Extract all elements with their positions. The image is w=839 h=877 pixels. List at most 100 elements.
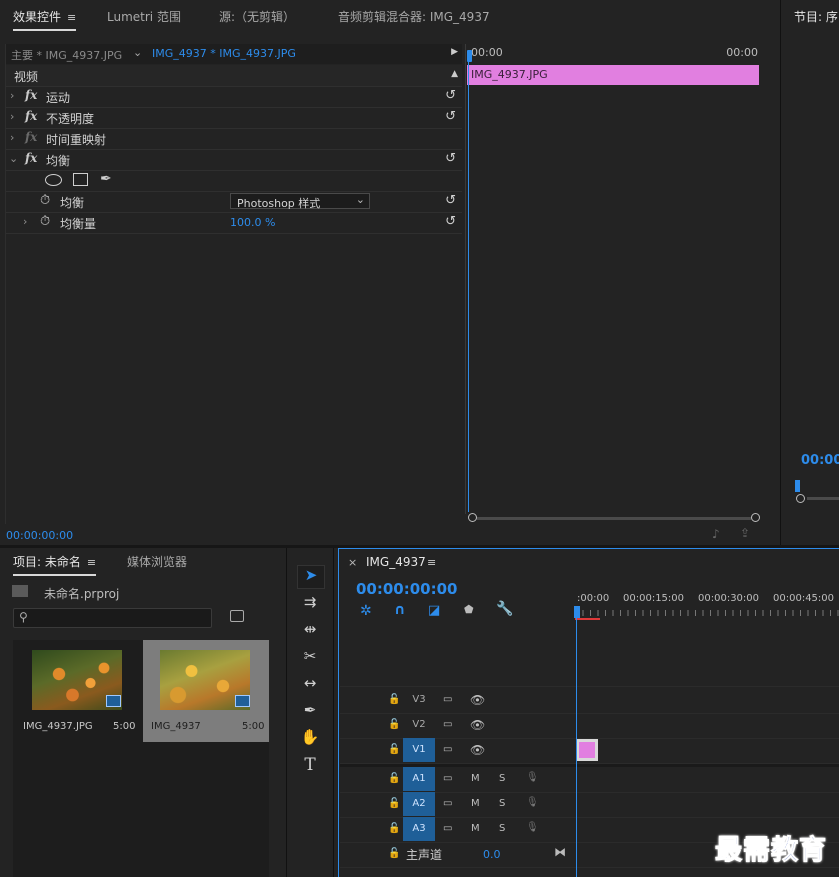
program-timecode[interactable]: 00:00:: [801, 453, 839, 468]
lock-icon[interactable]: 🔓: [388, 798, 400, 809]
sync-lock-icon[interactable]: ▭: [443, 719, 452, 730]
panel-menu-icon[interactable]: ≡: [67, 11, 76, 24]
scroll-handle-left[interactable]: [468, 513, 477, 522]
close-icon[interactable]: ×: [348, 556, 357, 569]
program-scroll-handle[interactable]: [796, 494, 805, 503]
track-label[interactable]: A1: [403, 767, 435, 791]
stopwatch-icon[interactable]: ⏱: [40, 193, 50, 208]
timeline-playhead-head[interactable]: [574, 606, 580, 618]
lock-icon[interactable]: 🔓: [388, 744, 400, 755]
sync-lock-icon[interactable]: ▭: [443, 744, 452, 755]
mini-zoom-scrollbar[interactable]: [468, 513, 760, 523]
reset-icon[interactable]: ↺: [445, 109, 456, 124]
eye-icon[interactable]: 👁: [470, 718, 485, 732]
solo-button[interactable]: S: [499, 773, 505, 784]
chevron-down-icon[interactable]: ⌄: [133, 46, 142, 59]
search-input[interactable]: ⚲: [13, 608, 212, 628]
pen-tool-icon[interactable]: ✒: [297, 701, 323, 723]
slip-tool-icon[interactable]: ↔: [297, 674, 323, 696]
mute-button[interactable]: M: [471, 798, 480, 809]
microphone-icon[interactable]: 🎙: [526, 822, 539, 833]
effect-row-motion[interactable]: › fx 运动 ↺: [6, 86, 462, 108]
ripple-edit-tool-icon[interactable]: ⇹: [297, 620, 323, 642]
type-tool-icon[interactable]: T: [297, 755, 323, 777]
wrench-icon[interactable]: 🔧: [496, 601, 513, 617]
add-marker-icon[interactable]: ⬟: [464, 603, 474, 616]
lock-icon[interactable]: 🔓: [388, 719, 400, 730]
chevron-right-icon[interactable]: ›: [10, 89, 14, 102]
sequence-tab[interactable]: IMG_4937: [366, 555, 426, 569]
mute-button[interactable]: M: [471, 773, 480, 784]
chevron-down-icon[interactable]: ⌄: [9, 152, 18, 165]
amount-value[interactable]: 100.0 %: [230, 216, 275, 229]
tab-media-browser[interactable]: 媒体浏览器: [127, 553, 187, 570]
scroll-handle-right[interactable]: [751, 513, 760, 522]
tab-effect-controls[interactable]: 效果控件 ≡: [13, 8, 77, 31]
lock-icon[interactable]: 🔓: [388, 773, 400, 784]
timeline-ruler[interactable]: :00:00 00:00:15:00 00:00:30:00 00:00:45:…: [575, 590, 839, 620]
project-item-selected[interactable]: IMG_4937 5:00: [143, 640, 269, 742]
selection-tool-icon[interactable]: ➤: [297, 565, 325, 589]
eye-icon[interactable]: 👁: [470, 693, 485, 707]
tab-program[interactable]: 节目: 序: [794, 8, 838, 25]
chevron-right-icon[interactable]: ›: [10, 110, 14, 123]
tab-lumetri-scopes[interactable]: Lumetri 范围: [107, 8, 181, 25]
lock-icon[interactable]: 🔓: [388, 694, 400, 705]
reset-icon[interactable]: ↺: [445, 193, 456, 208]
fx-icon[interactable]: fx: [25, 151, 37, 165]
find-icon[interactable]: [230, 610, 244, 622]
track-label[interactable]: A3: [403, 817, 435, 841]
mute-button[interactable]: M: [471, 823, 480, 834]
project-item[interactable]: IMG_4937.JPG 5:00: [13, 640, 141, 742]
rectangle-mask-icon[interactable]: [73, 173, 88, 186]
sync-lock-icon[interactable]: ▭: [443, 694, 452, 705]
microphone-icon[interactable]: 🎙: [526, 772, 539, 783]
tab-source[interactable]: 源:（无剪辑）: [219, 8, 295, 25]
effect-row-equalize[interactable]: ⌄ fx 均衡 ↺: [6, 149, 462, 171]
expand-triangle-icon[interactable]: ▶: [451, 47, 458, 57]
nest-toggle-icon[interactable]: ✲: [360, 603, 372, 619]
pen-mask-icon[interactable]: ✒: [100, 171, 112, 187]
sync-lock-icon[interactable]: ▭: [443, 773, 452, 784]
hand-tool-icon[interactable]: ✋: [297, 728, 323, 750]
razor-tool-icon[interactable]: ✂: [297, 647, 323, 669]
program-playhead-head[interactable]: [795, 480, 800, 492]
track-label[interactable]: V1: [403, 738, 435, 762]
timeline-timecode[interactable]: 00:00:00:00: [356, 580, 458, 598]
solo-button[interactable]: S: [499, 823, 505, 834]
effects-timecode[interactable]: 00:00:00:00: [6, 529, 73, 542]
reset-icon[interactable]: ↺: [445, 151, 456, 166]
panel-menu-icon[interactable]: ≡: [427, 556, 436, 569]
lock-icon[interactable]: 🔓: [388, 823, 400, 834]
go-to-end-icon[interactable]: ⧓: [554, 845, 566, 859]
track-select-tool-icon[interactable]: ⇉: [297, 593, 323, 615]
microphone-icon[interactable]: 🎙: [526, 797, 539, 808]
chevron-right-icon[interactable]: ›: [10, 131, 14, 144]
mini-playhead-head[interactable]: [467, 50, 472, 62]
lock-icon[interactable]: 🔓: [388, 848, 400, 859]
sync-lock-icon[interactable]: ▭: [443, 798, 452, 809]
panel-menu-icon[interactable]: ≡: [87, 556, 96, 569]
eye-icon[interactable]: 👁: [470, 743, 485, 757]
clip-tab[interactable]: IMG_4937 * IMG_4937.JPG: [152, 47, 296, 60]
master-volume[interactable]: 0.0: [483, 848, 501, 861]
fx-icon[interactable]: fx: [25, 88, 37, 102]
timeline-clip[interactable]: [576, 739, 598, 761]
collapse-triangle-icon[interactable]: ▲: [451, 69, 458, 79]
reset-icon[interactable]: ↺: [445, 88, 456, 103]
sync-lock-icon[interactable]: ▭: [443, 823, 452, 834]
master-clip-tab[interactable]: 主要 * IMG_4937.JPG: [11, 47, 122, 63]
export-icon[interactable]: ⇪: [740, 526, 750, 540]
ellipse-mask-icon[interactable]: [45, 174, 62, 186]
snap-magnet-icon[interactable]: ∩: [394, 602, 405, 618]
tab-audio-clip-mixer[interactable]: 音频剪辑混合器: IMG_4937: [338, 8, 490, 25]
track-label[interactable]: V3: [403, 688, 435, 712]
filter-audio-icon[interactable]: ♪: [712, 527, 720, 541]
reset-icon[interactable]: ↺: [445, 214, 456, 229]
tab-project[interactable]: 项目: 未命名 ≡: [13, 553, 97, 576]
fx-icon[interactable]: fx: [25, 109, 37, 123]
solo-button[interactable]: S: [499, 798, 505, 809]
effect-row-opacity[interactable]: › fx 不透明度 ↺: [6, 107, 462, 129]
track-label[interactable]: A2: [403, 792, 435, 816]
chevron-right-icon[interactable]: ›: [23, 215, 27, 228]
